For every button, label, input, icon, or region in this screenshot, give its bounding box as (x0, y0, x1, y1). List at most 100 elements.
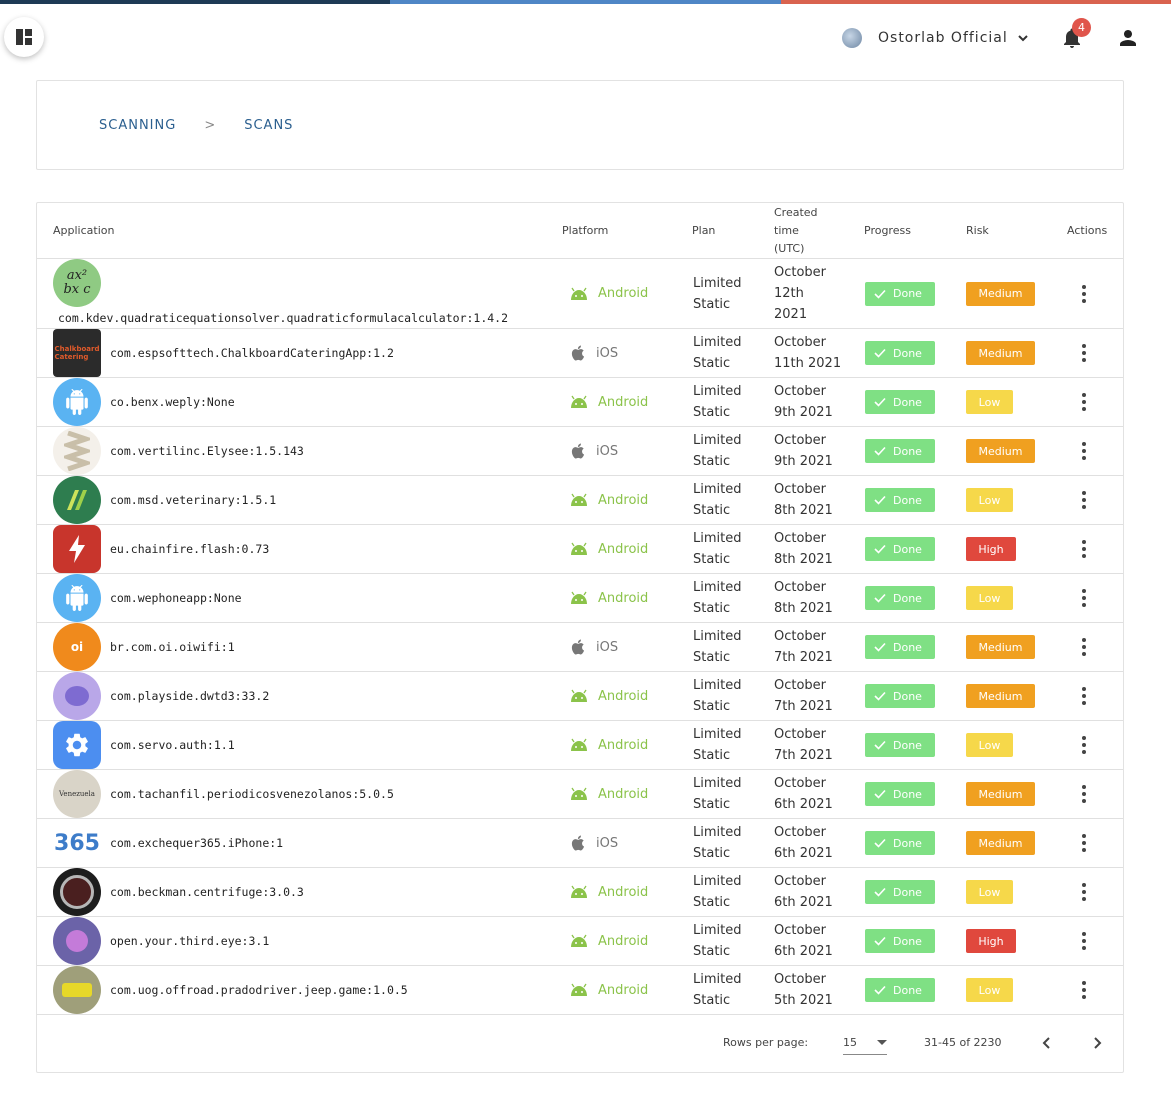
more-actions-button[interactable] (1072, 586, 1096, 610)
platform-label: Android (569, 738, 648, 753)
kebab-dot (1082, 456, 1086, 460)
progress-chip: Done (865, 439, 935, 463)
created-cell: October 9th 2021 (774, 427, 833, 475)
more-actions-button[interactable] (1072, 831, 1096, 855)
more-actions-button[interactable] (1072, 390, 1096, 414)
breadcrumb-scanning[interactable]: Scanning (99, 118, 176, 133)
actions-cell (1072, 721, 1096, 769)
application-name[interactable]: com.playside.dwtd3:33.2 (110, 689, 269, 703)
plan-line2: Static (693, 552, 731, 567)
platform-label: Android (569, 493, 648, 508)
more-actions-button[interactable] (1072, 978, 1096, 1002)
table-row[interactable]: 365 com.exchequer365.iPhone:1 iOS Limite… (37, 819, 1123, 868)
platform-cell: Android (569, 917, 648, 965)
kebab-dot (1082, 498, 1086, 502)
progress-chip: Done (865, 782, 935, 806)
check-icon (874, 446, 886, 456)
next-page-button[interactable] (1085, 1031, 1109, 1055)
plan-line2: Static (693, 895, 731, 910)
created-time: October 8th 2021 (774, 577, 833, 619)
created-time: October 8th 2021 (774, 479, 833, 521)
platform-label: Android (569, 542, 648, 557)
progress-cell: Done (865, 819, 935, 867)
more-actions-button[interactable] (1072, 635, 1096, 659)
table-row[interactable]: ax² bx c com.kdev.quadraticequationsolver… (37, 259, 1123, 329)
application-name[interactable]: com.uog.offroad.pradodriver.jeep.game:1.… (110, 983, 408, 997)
table-row[interactable]: Venezuela com.tachanfil.periodicosvenezo… (37, 770, 1123, 819)
more-actions-button[interactable] (1072, 782, 1096, 806)
header-application[interactable]: Application (53, 203, 114, 259)
more-actions-button[interactable] (1072, 880, 1096, 904)
application-name[interactable]: com.kdev.quadraticequationsolver.quadrat… (58, 311, 508, 325)
header-platform[interactable]: Platform (562, 203, 608, 259)
application-name[interactable]: com.vertilinc.Elysee:1.5.143 (110, 444, 304, 458)
actions-cell (1072, 574, 1096, 622)
dashboard-menu-button[interactable] (4, 17, 44, 57)
table-row[interactable]: com.beckman.centrifuge:3.0.3 Android Lim… (37, 868, 1123, 917)
table-row[interactable]: com.wephoneapp:None Android Limited Stat… (37, 574, 1123, 623)
application-name[interactable]: com.msd.veterinary:1.5.1 (110, 493, 276, 507)
header-plan[interactable]: Plan (692, 203, 715, 259)
previous-page-button[interactable] (1035, 1031, 1059, 1055)
application-name[interactable]: com.wephoneapp:None (110, 591, 242, 605)
platform-name: Android (598, 590, 649, 606)
table-row[interactable]: com.vertilinc.Elysee:1.5.143 iOS Limited… (37, 427, 1123, 476)
table-row[interactable]: oi br.com.oi.oiwifi:1 iOS Limited Static… (37, 623, 1123, 672)
progress-chip: Done (865, 880, 935, 904)
progress-cell: Done (865, 476, 935, 524)
application-name[interactable]: br.com.oi.oiwifi:1 (110, 640, 235, 654)
application-name[interactable]: com.servo.auth:1.1 (110, 738, 235, 752)
table-row[interactable]: com.uog.offroad.pradodriver.jeep.game:1.… (37, 966, 1123, 1015)
application-name[interactable]: com.beckman.centrifuge:3.0.3 (110, 885, 304, 899)
more-actions-button[interactable] (1072, 439, 1096, 463)
table-row[interactable]: com.playside.dwtd3:33.2 Android Limited … (37, 672, 1123, 721)
check-icon (874, 495, 886, 505)
actions-cell (1072, 259, 1096, 328)
table-row[interactable]: com.msd.veterinary:1.5.1 Android Limited… (37, 476, 1123, 525)
kebab-dot (1082, 652, 1086, 656)
application-name[interactable]: com.exchequer365.iPhone:1 (110, 836, 283, 850)
more-actions-button[interactable] (1072, 488, 1096, 512)
person-icon[interactable] (1116, 26, 1140, 50)
more-actions-button[interactable] (1072, 684, 1096, 708)
more-actions-button[interactable] (1072, 929, 1096, 953)
application-name[interactable]: eu.chainfire.flash:0.73 (110, 542, 269, 556)
more-actions-button[interactable] (1072, 733, 1096, 757)
header-risk[interactable]: Risk (966, 203, 989, 259)
created-cell: October 9th 2021 (774, 378, 833, 426)
more-actions-button[interactable] (1072, 341, 1096, 365)
progress-label: Done (893, 493, 922, 507)
application-name[interactable]: co.benx.weply:None (110, 395, 235, 409)
breadcrumb: Scanning > Scans (36, 80, 1124, 170)
application-name[interactable]: com.espsofttech.ChalkboardCateringApp:1.… (110, 346, 394, 360)
risk-label: Medium (978, 787, 1023, 801)
header-progress[interactable]: Progress (864, 203, 911, 259)
header-created-time[interactable]: Created time (UTC) (774, 203, 818, 259)
plan-line1: Limited (693, 482, 742, 497)
risk-label: Medium (978, 287, 1023, 300)
actions-cell (1072, 868, 1096, 916)
breadcrumb-scans[interactable]: Scans (244, 118, 293, 133)
plan-line1: Limited (693, 923, 742, 938)
platform-cell: Android (569, 378, 648, 426)
application-name[interactable]: com.tachanfil.periodicosvenezolanos:5.0.… (110, 787, 394, 801)
table-row[interactable]: eu.chainfire.flash:0.73 Android Limited … (37, 525, 1123, 574)
check-icon (874, 289, 886, 299)
platform-cell: iOS (569, 623, 618, 671)
application-name[interactable]: open.your.third.eye:3.1 (110, 934, 269, 948)
platform-cell: Android (569, 966, 648, 1014)
progress-label: Done (893, 542, 922, 556)
more-actions-button[interactable] (1072, 282, 1096, 306)
rows-per-page-select[interactable]: 15 (843, 1031, 887, 1055)
table-row[interactable]: open.your.third.eye:3.1 Android Limited … (37, 917, 1123, 966)
platform-name: Android (598, 286, 649, 301)
check-icon (874, 593, 886, 603)
more-actions-button[interactable] (1072, 537, 1096, 561)
created-line1: October (774, 482, 827, 497)
table-row[interactable]: com.servo.auth:1.1 Android Limited Stati… (37, 721, 1123, 770)
table-row[interactable]: Chalkboard Catering com.espsofttech.Chalk… (37, 329, 1123, 378)
org-selector[interactable]: Ostorlab Official (842, 26, 1030, 50)
chevron-down-icon (1018, 35, 1028, 42)
created-line2: 9th 2021 (774, 454, 833, 469)
table-row[interactable]: co.benx.weply:None Android Limited Stati… (37, 378, 1123, 427)
